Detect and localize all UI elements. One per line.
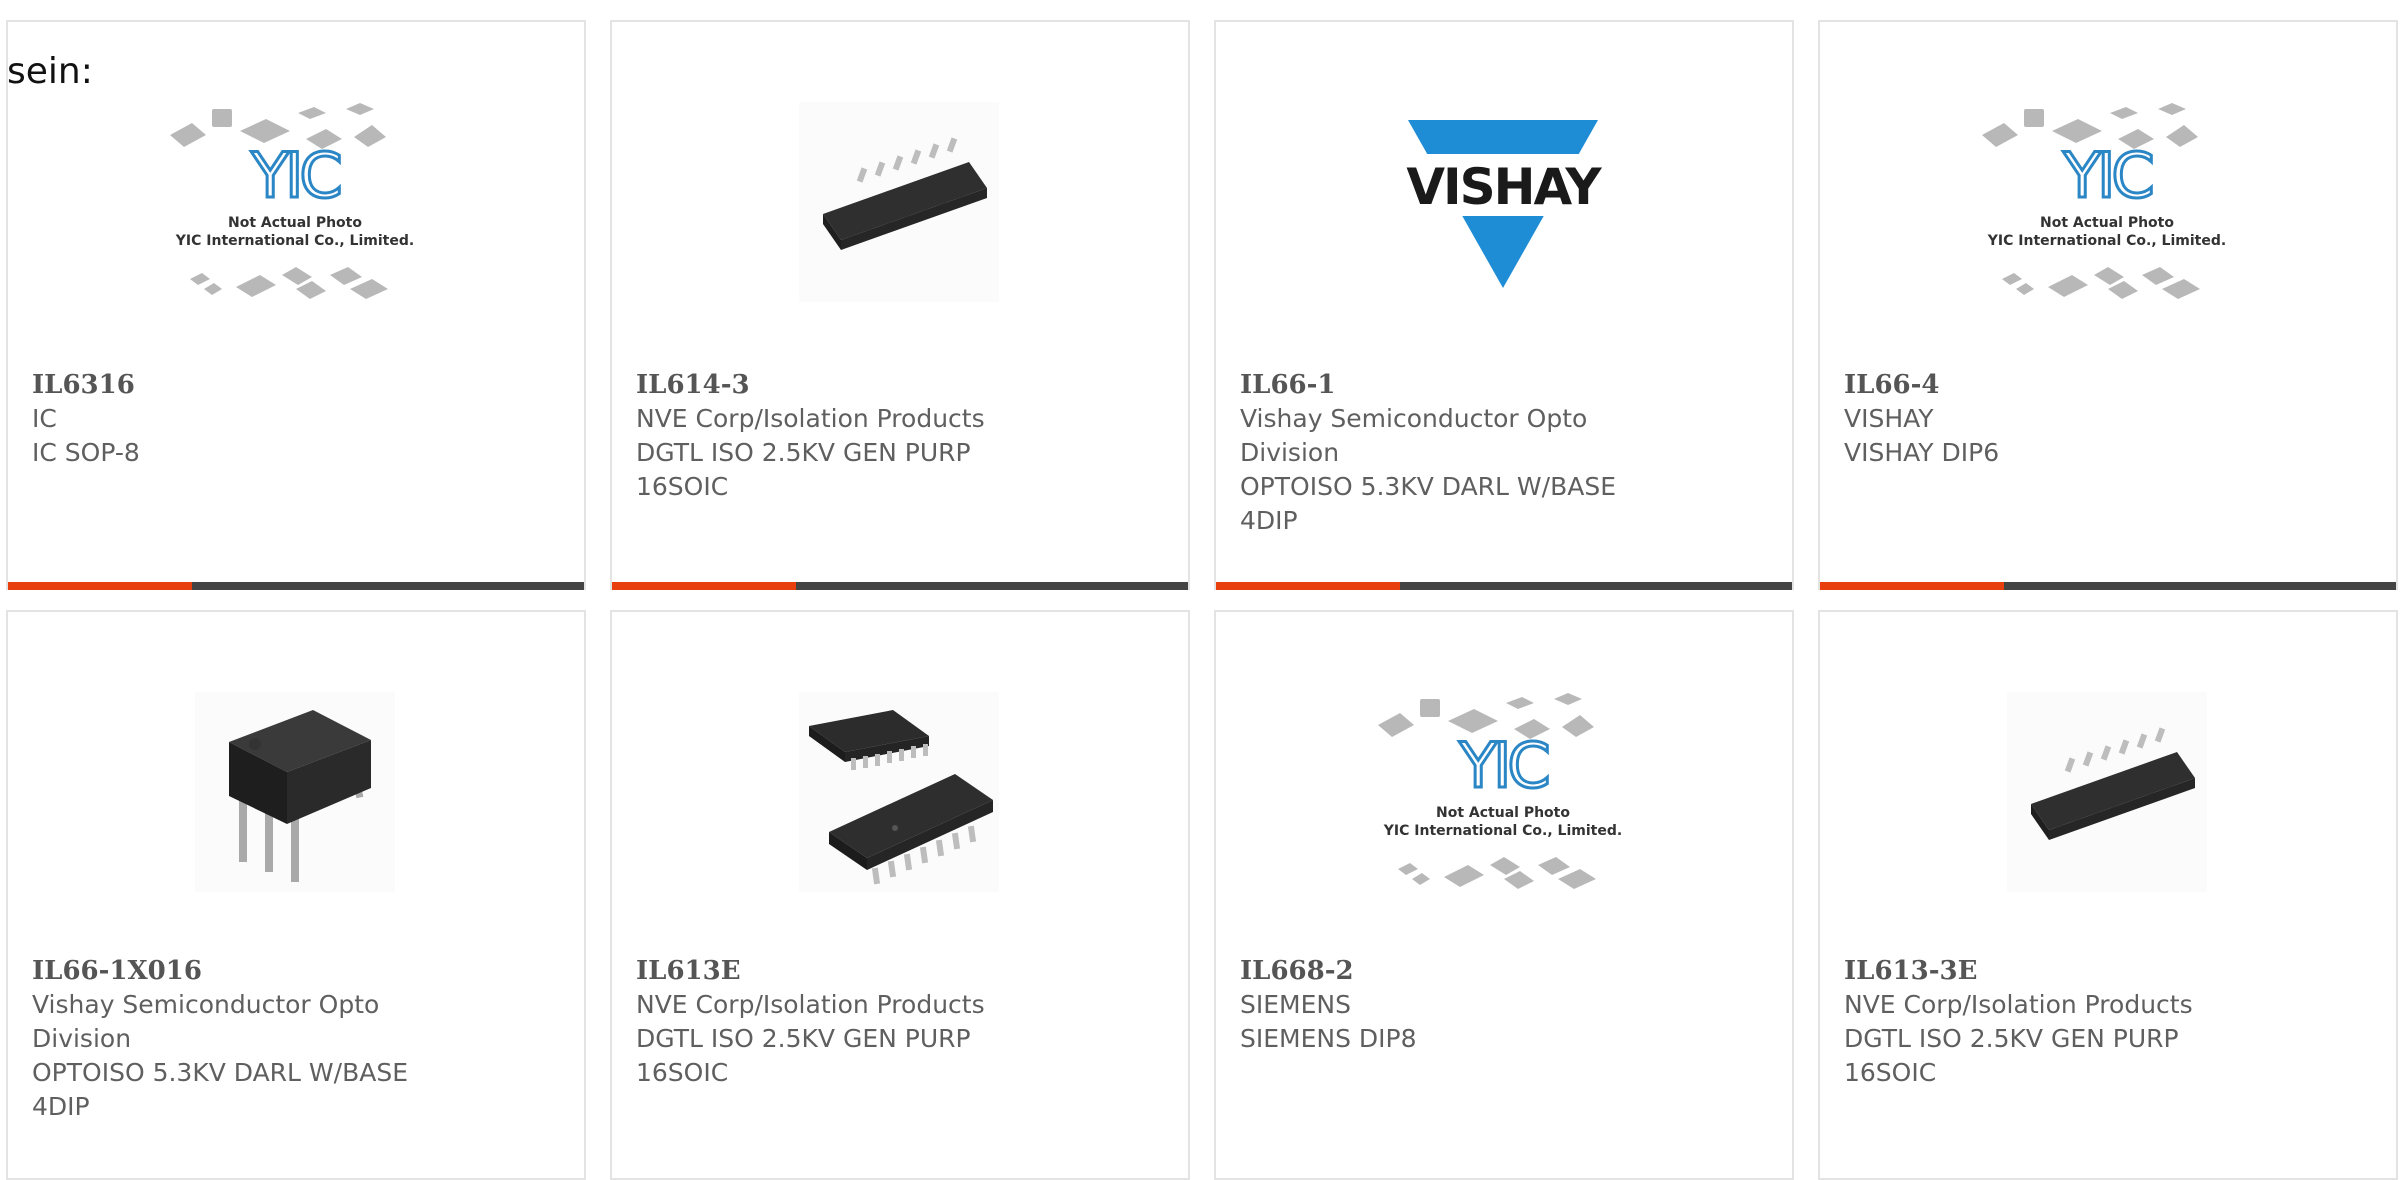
- product-image[interactable]: [734, 92, 1064, 312]
- product-image[interactable]: [130, 682, 460, 902]
- description: VISHAY DIP6: [1844, 438, 2000, 467]
- description: IC SOP-8: [32, 438, 140, 467]
- part-number-link[interactable]: IL614-3: [636, 368, 1056, 402]
- part-number-link[interactable]: IL668-2: [1240, 954, 1660, 988]
- manufacturer: NVE Corp/Isolation Products: [1844, 990, 2193, 1019]
- card-accent: [1820, 582, 2004, 590]
- product-info: IL613E NVE Corp/Isolation Products DGTL …: [636, 954, 1056, 1090]
- product-card[interactable]: VISHAY IL66-1 Vishay Semiconductor Opto …: [1214, 20, 1794, 590]
- yic-placeholder-image: YIC Not Actual Photo YIC International C…: [1378, 693, 1622, 889]
- placeholder-line2: YIC International Co., Limited.: [1383, 823, 1622, 839]
- product-image[interactable]: VISHAY: [1338, 92, 1668, 312]
- description: DGTL ISO 2.5KV GEN PURP 16SOIC: [1844, 1024, 2179, 1087]
- part-number-link[interactable]: IL613-3E: [1844, 954, 2264, 988]
- yic-placeholder-image: YIC Not Actual Photo YIC International C…: [1982, 103, 2226, 299]
- soic-16-pair-image: [799, 692, 999, 892]
- product-info: IL66-1 Vishay Semiconductor Opto Divisio…: [1240, 368, 1660, 538]
- card-accent: [1216, 582, 1400, 590]
- placeholder-line1: Not Actual Photo: [1436, 805, 1570, 821]
- card-bottom-bar: [8, 582, 584, 590]
- description: OPTOISO 5.3KV DARL W/BASE 4DIP: [32, 1058, 408, 1121]
- vishay-logo-image: VISHAY: [1398, 102, 1608, 302]
- product-card[interactable]: IL66-1X016 Vishay Semiconductor Opto Div…: [6, 610, 586, 1180]
- manufacturer: VISHAY: [1844, 404, 1934, 433]
- vishay-logo-text: VISHAY: [1406, 158, 1602, 216]
- product-image[interactable]: YIC Not Actual Photo YIC International C…: [1942, 92, 2272, 312]
- product-card[interactable]: IL613E NVE Corp/Isolation Products DGTL …: [610, 610, 1190, 1180]
- placeholder-line2: YIC International Co., Limited.: [1987, 233, 2226, 249]
- svg-text:YIC: YIC: [2062, 139, 2151, 212]
- description: OPTOISO 5.3KV DARL W/BASE 4DIP: [1240, 472, 1616, 535]
- product-image[interactable]: YIC Not Actual Photo YIC International C…: [1338, 682, 1668, 902]
- card-accent: [612, 582, 796, 590]
- part-number-link[interactable]: IL613E: [636, 954, 1056, 988]
- svg-text:YIC: YIC: [1458, 729, 1547, 802]
- manufacturer: SIEMENS: [1240, 990, 1351, 1019]
- card-bottom-bar: [1216, 582, 1792, 590]
- card-accent: [8, 582, 192, 590]
- product-info: IL614-3 NVE Corp/Isolation Products DGTL…: [636, 368, 1056, 504]
- yic-placeholder-image: YIC Not Actual Photo YIC International C…: [170, 103, 414, 299]
- part-number-link[interactable]: IL6316: [32, 368, 452, 402]
- product-info: IL6316 IC IC SOP-8: [32, 368, 452, 470]
- description: DGTL ISO 2.5KV GEN PURP 16SOIC: [636, 1024, 971, 1087]
- manufacturer: IC: [32, 404, 57, 433]
- product-card[interactable]: IL614-3 NVE Corp/Isolation Products DGTL…: [610, 20, 1190, 590]
- soic-16-chip-image: [799, 102, 999, 302]
- manufacturer: NVE Corp/Isolation Products: [636, 990, 985, 1019]
- card-bottom-bar: [1820, 582, 2396, 590]
- manufacturer: Vishay Semiconductor Opto Division: [1240, 404, 1588, 467]
- intro-text: sein:: [7, 51, 93, 92]
- product-info: IL613-3E NVE Corp/Isolation Products DGT…: [1844, 954, 2264, 1090]
- placeholder-line1: Not Actual Photo: [228, 215, 362, 231]
- product-card[interactable]: IL613-3E NVE Corp/Isolation Products DGT…: [1818, 610, 2398, 1180]
- part-number-link[interactable]: IL66-1X016: [32, 954, 452, 988]
- svg-text:YIC: YIC: [250, 139, 339, 212]
- product-grid: YIC Not Actual Photo YIC International C…: [0, 0, 2400, 1180]
- product-card[interactable]: YIC Not Actual Photo YIC International C…: [1214, 610, 1794, 1180]
- placeholder-line1: Not Actual Photo: [2040, 215, 2174, 231]
- description: SIEMENS DIP8: [1240, 1024, 1417, 1053]
- product-info: IL66-1X016 Vishay Semiconductor Opto Div…: [32, 954, 452, 1124]
- part-number-link[interactable]: IL66-1: [1240, 368, 1660, 402]
- part-number-link[interactable]: IL66-4: [1844, 368, 2264, 402]
- placeholder-line2: YIC International Co., Limited.: [175, 233, 414, 249]
- dip-6-chip-image: [195, 692, 395, 892]
- product-card[interactable]: YIC Not Actual Photo YIC International C…: [6, 20, 586, 590]
- manufacturer: NVE Corp/Isolation Products: [636, 404, 985, 433]
- product-card[interactable]: YIC Not Actual Photo YIC International C…: [1818, 20, 2398, 590]
- product-image[interactable]: [734, 682, 1064, 902]
- product-info: IL668-2 SIEMENS SIEMENS DIP8: [1240, 954, 1660, 1056]
- product-image[interactable]: [1942, 682, 2272, 902]
- card-bottom-bar: [612, 582, 1188, 590]
- manufacturer: Vishay Semiconductor Opto Division: [32, 990, 380, 1053]
- product-image[interactable]: YIC Not Actual Photo YIC International C…: [130, 92, 460, 312]
- description: DGTL ISO 2.5KV GEN PURP 16SOIC: [636, 438, 971, 501]
- soic-16-chip-image: [2007, 692, 2207, 892]
- product-info: IL66-4 VISHAY VISHAY DIP6: [1844, 368, 2264, 470]
